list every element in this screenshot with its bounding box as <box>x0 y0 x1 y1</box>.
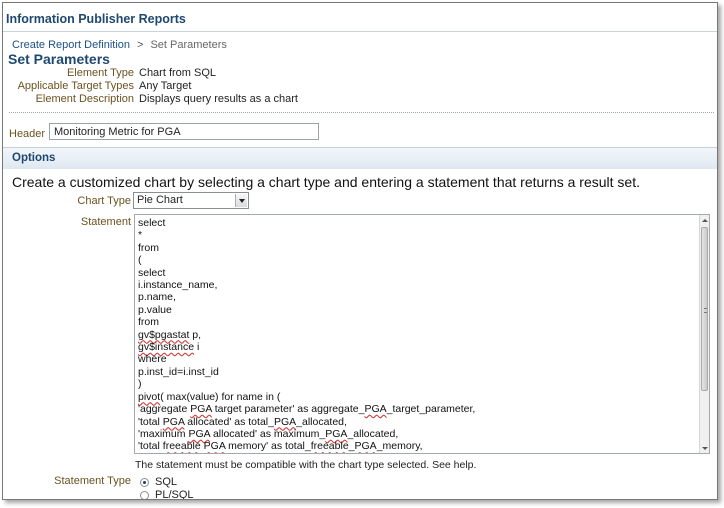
statement-line: gv$instance i <box>138 341 200 354</box>
info-row-element-type: Element Type Chart from SQL <box>3 67 216 80</box>
statement-line: select <box>138 217 166 229</box>
statement-line: p.value <box>138 303 172 316</box>
breadcrumb: Create Report Definition > Set Parameters <box>12 39 227 51</box>
scroll-up-arrow-icon[interactable] <box>700 215 709 225</box>
statement-type-sql-radio[interactable]: SQL <box>140 476 177 488</box>
chart-type-selected: Pie Chart <box>137 194 183 206</box>
breadcrumb-create-report-definition[interactable]: Create Report Definition <box>12 39 130 51</box>
info-label: Element Description <box>35 93 134 105</box>
statement-line: 'maximum PGA allocated' as maximum_PGA_a… <box>138 427 399 440</box>
info-value: Chart from SQL <box>139 67 217 79</box>
options-section-header: Options <box>3 147 717 169</box>
statement-line: pivot( max(value) for name in ( <box>138 390 281 403</box>
section-divider <box>9 112 714 113</box>
options-title: Options <box>12 152 56 164</box>
statement-textarea[interactable]: select * from(select i.instance_name, p.name… <box>134 214 710 454</box>
statement-line: ) <box>138 378 142 391</box>
statement-type-label: Statement Type <box>54 475 131 487</box>
app-title: Information Publisher Reports <box>6 12 186 26</box>
radio-label: PL/SQL <box>155 489 194 500</box>
radio-label: SQL <box>155 476 178 488</box>
info-value: Any Target <box>139 80 192 92</box>
statement-line: from <box>138 241 159 254</box>
statement-scrollbar[interactable] <box>699 215 709 453</box>
statement-line: where <box>138 353 167 366</box>
info-label: Applicable Target Types <box>17 80 134 92</box>
statement-text: select * from(select i.instance_name, p.name… <box>138 217 475 453</box>
header-label: Header <box>9 128 46 140</box>
radio-unselected-icon[interactable] <box>140 490 149 499</box>
page-title: Set Parameters <box>8 51 110 67</box>
statement-line: p.inst_id=i.inst_id <box>138 365 219 378</box>
info-row-description: Element Description Displays query resul… <box>3 93 298 106</box>
breadcrumb-current: Set Parameters <box>150 39 227 51</box>
chevron-down-icon[interactable] <box>235 194 247 207</box>
statement-line: p.name, <box>138 291 176 304</box>
statement-line: gv$pgastat p, <box>138 328 202 341</box>
chart-type-select[interactable]: Pie Chart <box>133 192 249 209</box>
info-value: Displays query results as a chart <box>139 93 298 105</box>
statement-help-text: The statement must be compatible with th… <box>135 459 477 471</box>
statement-line: i.instance_name, <box>138 279 218 292</box>
statement-line: 'total PGA allocated' as total_PGA_alloc… <box>138 415 347 428</box>
statement-line: * <box>138 229 143 242</box>
options-instruction: Create a customized chart by selecting a… <box>12 174 640 190</box>
title-divider <box>3 31 717 32</box>
statement-line: ( <box>138 254 142 267</box>
chart-type-label: Chart Type <box>77 195 131 207</box>
breadcrumb-separator: > <box>137 39 144 51</box>
grip-icon <box>704 308 707 313</box>
statement-label: Statement <box>80 216 131 228</box>
info-row-target-types: Applicable Target Types Any Target <box>3 80 192 93</box>
statement-type-plsql-radio[interactable]: PL/SQL <box>140 489 194 500</box>
radio-selected-icon[interactable] <box>140 477 149 487</box>
info-label: Element Type <box>66 67 134 79</box>
statement-line: select <box>138 266 166 279</box>
header-input[interactable] <box>49 123 319 140</box>
report-window: Information Publisher Reports Create Rep… <box>2 2 718 500</box>
scroll-down-arrow-icon[interactable] <box>700 443 709 453</box>
statement-line: from <box>138 316 159 329</box>
statement-line: 'aggregate PGA target parameter' as aggr… <box>138 403 476 416</box>
scrollbar-thumb[interactable] <box>701 227 708 391</box>
statement-line: 'total freeable PGA memory' as total_fre… <box>138 440 423 453</box>
